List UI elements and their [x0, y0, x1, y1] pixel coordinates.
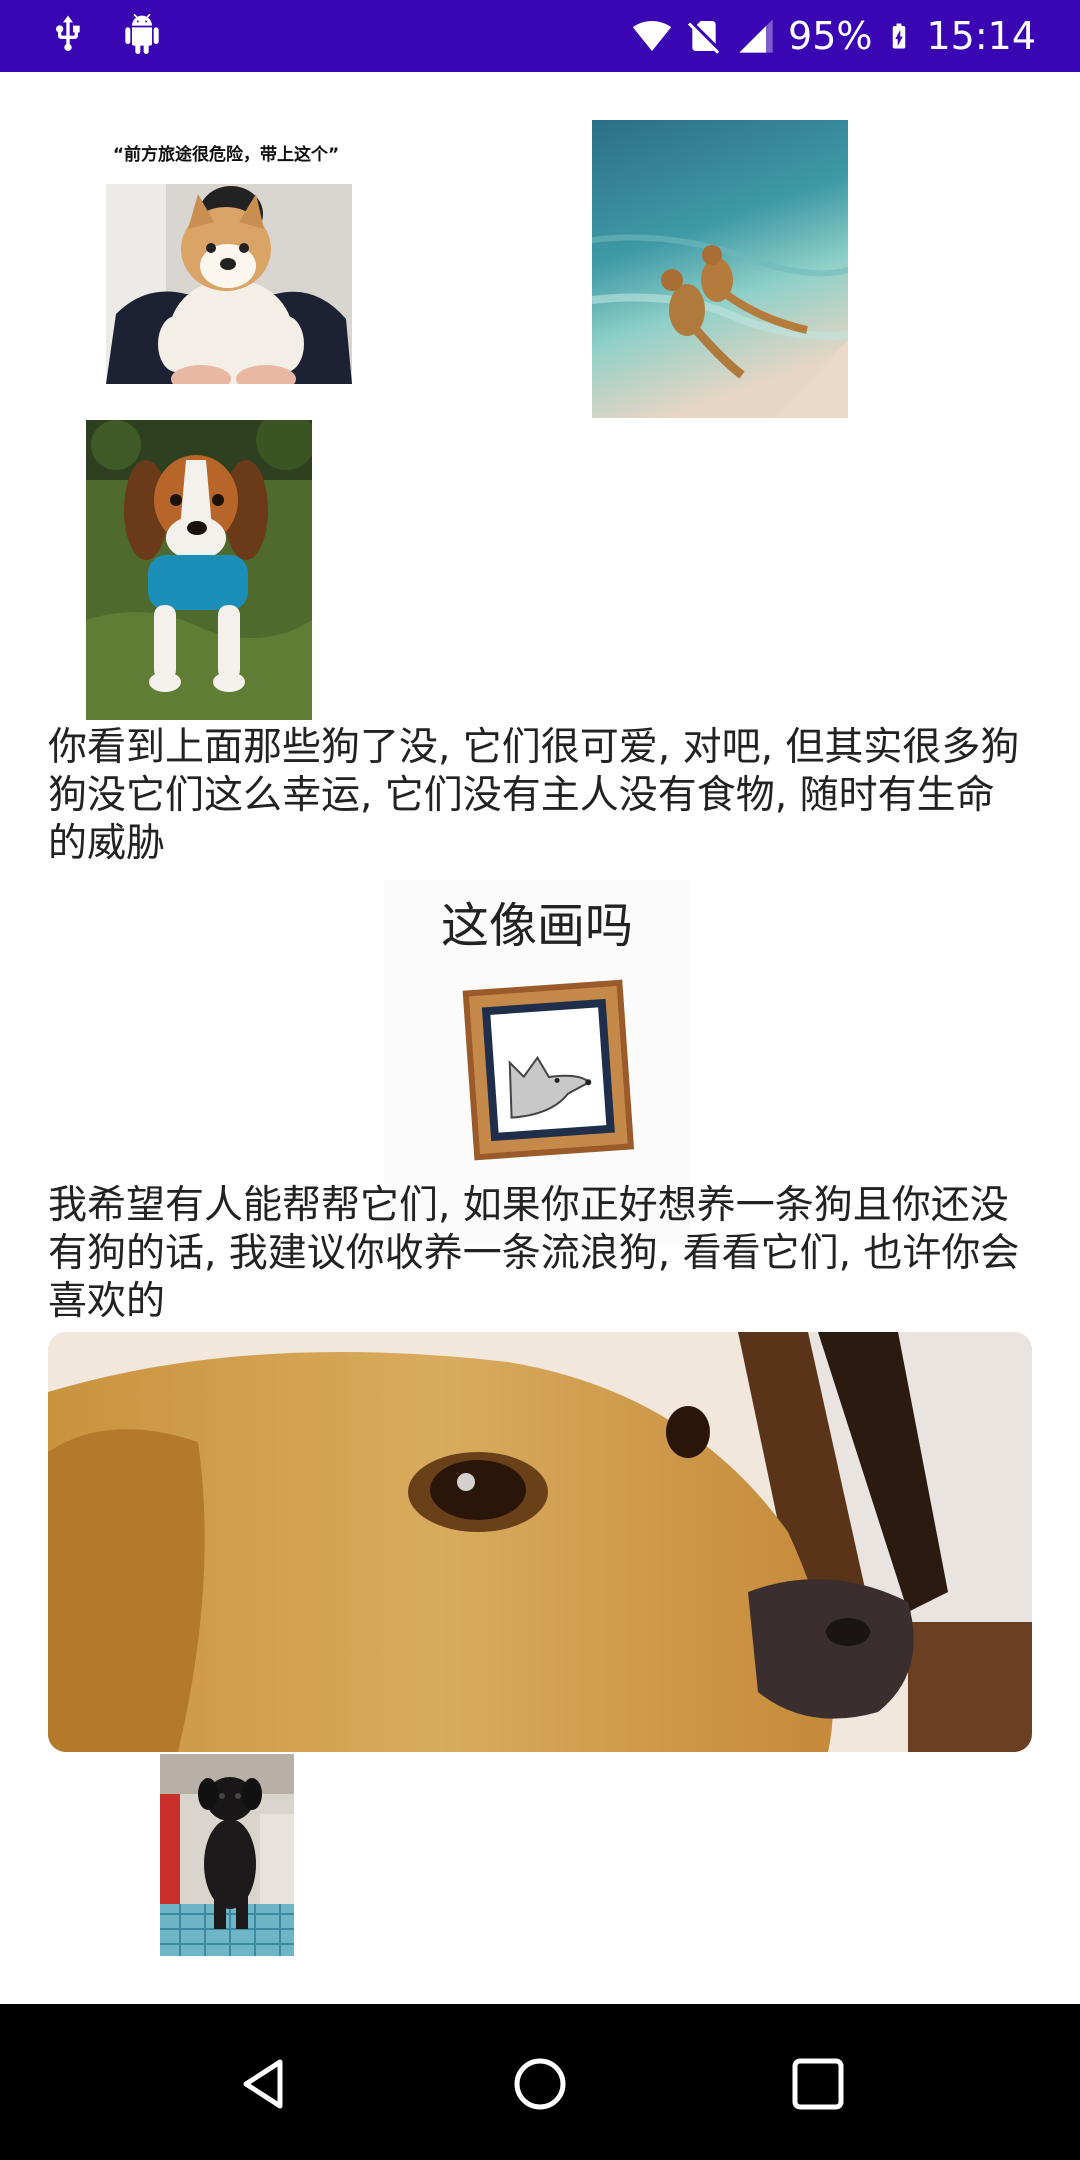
- home-button[interactable]: [504, 2048, 576, 2120]
- wifi-icon: [632, 21, 672, 51]
- usb-icon: [56, 15, 80, 51]
- home-icon: [514, 2058, 566, 2110]
- content-area[interactable]: “前方旅途很危险，带上这个” 你看到上面那些狗了没, 它们很可爱, 对吧, 但其…: [0, 72, 1080, 2004]
- battery-charging-icon: [893, 23, 906, 49]
- golden-dog-closeup-image: [48, 1332, 1032, 1752]
- navigation-bar: [0, 2004, 1080, 2160]
- dogs-in-sea-image: [592, 120, 848, 418]
- no-sim-icon: [687, 21, 720, 54]
- recents-icon: [792, 2058, 844, 2110]
- shiba-meme-caption: “前方旅途很危险，带上这个”: [112, 145, 340, 165]
- android-debug-icon: [125, 14, 159, 54]
- shiba-meme-image: “前方旅途很危险，带上这个”: [96, 132, 356, 412]
- black-puppy-image: [160, 1754, 294, 1956]
- back-icon: [243, 2059, 283, 2109]
- clock: 15:14: [926, 14, 1036, 58]
- status-bar: 95% 15:14: [0, 0, 1080, 72]
- framed-dog-meme-caption: 这像画吗: [440, 898, 633, 954]
- paragraph-adopt-stray: 我希望有人能帮帮它们, 如果你正好想养一条狗且你还没有狗的话, 我建议你收养一条…: [48, 1183, 1020, 1324]
- beagle-puppy-image: [86, 420, 312, 720]
- battery-percent: 95%: [788, 14, 873, 58]
- signal-icon: [739, 19, 773, 53]
- back-button[interactable]: [228, 2048, 300, 2120]
- recents-button[interactable]: [782, 2048, 854, 2120]
- paragraph-stray-dogs: 你看到上面那些狗了没, 它们很可爱, 对吧, 但其实很多狗狗没它们这么幸运, 它…: [48, 725, 1020, 866]
